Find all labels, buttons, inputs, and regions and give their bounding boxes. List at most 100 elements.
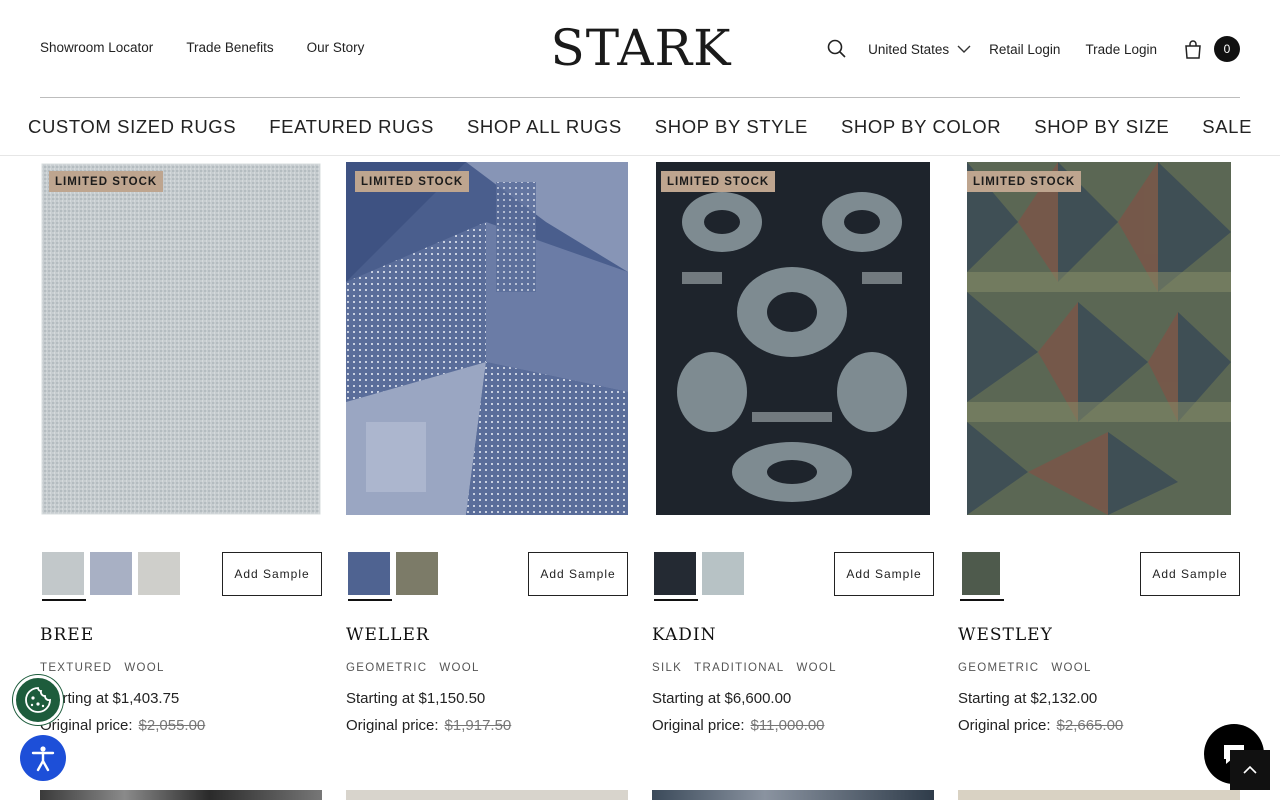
original-price: Original price: $2,055.00 (40, 717, 205, 734)
stark-logo[interactable]: STARK (546, 19, 736, 77)
swatch[interactable] (40, 552, 86, 601)
product-tags: GEOMETRIC WOOL (346, 662, 480, 674)
original-price-value: $1,917.50 (444, 717, 512, 734)
original-price-label: Original price: (652, 717, 745, 734)
scroll-to-top-button[interactable] (1230, 750, 1270, 790)
product-tag: WOOL (439, 662, 480, 674)
chevron-down-icon (957, 45, 971, 53)
original-price-value: $11,000.00 (750, 717, 825, 734)
product-name[interactable]: BREE (40, 625, 94, 645)
swatch[interactable] (652, 552, 698, 601)
product-tag: TEXTURED (40, 662, 113, 674)
swatch-color (42, 552, 84, 595)
add-sample-button[interactable]: Add Sample (1140, 552, 1240, 596)
limited-stock-badge: LIMITED STOCK (967, 171, 1082, 192)
product-tag: SILK (652, 662, 683, 674)
swatch[interactable] (346, 552, 392, 601)
original-price-label: Original price: (958, 717, 1051, 734)
original-price: Original price: $1,917.50 (346, 717, 511, 734)
add-sample-button[interactable]: Add Sample (528, 552, 628, 596)
product-name[interactable]: KADIN (652, 625, 717, 645)
rug-image (41, 163, 321, 515)
site-header: Showroom Locator Trade Benefits Our Stor… (0, 0, 1280, 97)
color-swatches (40, 552, 182, 601)
next-product-image[interactable] (652, 790, 934, 800)
product-image[interactable]: LIMITED STOCK (346, 162, 628, 515)
main-nav: CUSTOM SIZED RUGS FEATURED RUGS SHOP ALL… (0, 98, 1280, 156)
next-product-image[interactable] (346, 790, 628, 800)
swatch[interactable] (700, 552, 746, 601)
country-selector[interactable]: United States (868, 42, 971, 57)
product-tags: TEXTURED WOOL (40, 662, 165, 674)
product-name[interactable]: WELLER (346, 625, 430, 645)
original-price: Original price: $11,000.00 (652, 717, 825, 734)
nav-shop-all-rugs[interactable]: SHOP ALL RUGS (467, 116, 622, 138)
swatch-color (138, 552, 180, 595)
country-label: United States (868, 41, 950, 57)
nav-custom-sized-rugs[interactable]: CUSTOM SIZED RUGS (28, 116, 236, 138)
header-tools: United States Retail Login Trade Login 0 (826, 34, 1240, 64)
swatch-color (702, 552, 744, 595)
nav-shop-by-size[interactable]: SHOP BY SIZE (1034, 116, 1169, 138)
rug-image (346, 162, 628, 515)
next-product-image[interactable] (958, 790, 1240, 800)
swatch-color (962, 552, 1000, 595)
product-image[interactable]: LIMITED STOCK (652, 162, 934, 515)
trade-login-link[interactable]: Trade Login (1085, 42, 1157, 57)
add-sample-button[interactable]: Add Sample (834, 552, 934, 596)
utility-links: Showroom Locator Trade Benefits Our Stor… (40, 40, 364, 55)
accessibility-icon (31, 746, 55, 772)
accessibility-button[interactable] (20, 735, 66, 781)
search-icon[interactable] (826, 38, 848, 60)
cookie-icon (25, 687, 51, 713)
next-product-image[interactable] (40, 790, 322, 800)
product-card: LIMITED STOCK Add Sample KADIN SILK TRAD… (652, 162, 934, 734)
product-tag: GEOMETRIC (958, 662, 1040, 674)
swatch-color (654, 552, 696, 595)
nav-sale[interactable]: SALE (1202, 116, 1252, 138)
swatch-color (90, 552, 132, 595)
product-tag: WOOL (796, 662, 837, 674)
limited-stock-badge: LIMITED STOCK (49, 171, 164, 192)
chevron-up-icon (1243, 765, 1257, 774)
cart-count-badge[interactable]: 0 (1214, 36, 1240, 62)
trade-benefits-link[interactable]: Trade Benefits (186, 40, 273, 55)
shopping-bag-icon[interactable] (1182, 38, 1204, 60)
showroom-locator-link[interactable]: Showroom Locator (40, 40, 153, 55)
swatch[interactable] (394, 552, 440, 601)
product-image[interactable]: LIMITED STOCK (40, 162, 322, 515)
nav-shop-by-color[interactable]: SHOP BY COLOR (841, 116, 1001, 138)
our-story-link[interactable]: Our Story (307, 40, 365, 55)
cookie-settings-button[interactable] (13, 675, 63, 725)
product-image[interactable]: LIMITED STOCK (958, 162, 1240, 515)
product-tags: SILK TRADITIONAL WOOL (652, 662, 837, 674)
original-price: Original price: $2,665.00 (958, 717, 1123, 734)
limited-stock-badge: LIMITED STOCK (355, 171, 470, 192)
retail-login-link[interactable]: Retail Login (989, 42, 1060, 57)
swatch[interactable] (958, 552, 1004, 601)
nav-shop-by-style[interactable]: SHOP BY STYLE (655, 116, 808, 138)
original-price-value: $2,665.00 (1056, 717, 1124, 734)
original-price-label: Original price: (40, 717, 133, 734)
product-name[interactable]: WESTLEY (958, 625, 1053, 645)
product-tag: WOOL (1051, 662, 1092, 674)
product-price: Starting at $1,150.50 (346, 690, 486, 707)
product-price: Starting at $2,132.00 (958, 690, 1098, 707)
nav-featured-rugs[interactable]: FEATURED RUGS (269, 116, 434, 138)
product-tag: WOOL (124, 662, 165, 674)
product-tags: GEOMETRIC WOOL (958, 662, 1092, 674)
original-price-label: Original price: (346, 717, 439, 734)
swatch[interactable] (136, 552, 182, 601)
swatch-color (396, 552, 438, 595)
swatch-color (348, 552, 390, 595)
product-price: Starting at $6,600.00 (652, 690, 792, 707)
add-sample-button[interactable]: Add Sample (222, 552, 322, 596)
rug-image (656, 162, 930, 515)
color-swatches (346, 552, 440, 601)
product-card: LIMITED STOCK Add Sample BREE TEXTURED W… (40, 162, 322, 734)
swatch[interactable] (88, 552, 134, 601)
product-card: LIMITED STOCK Add Sample WELLER GEOMETRI… (346, 162, 628, 734)
color-swatches (652, 552, 746, 601)
rug-image (967, 162, 1231, 515)
color-swatches (958, 552, 1004, 601)
